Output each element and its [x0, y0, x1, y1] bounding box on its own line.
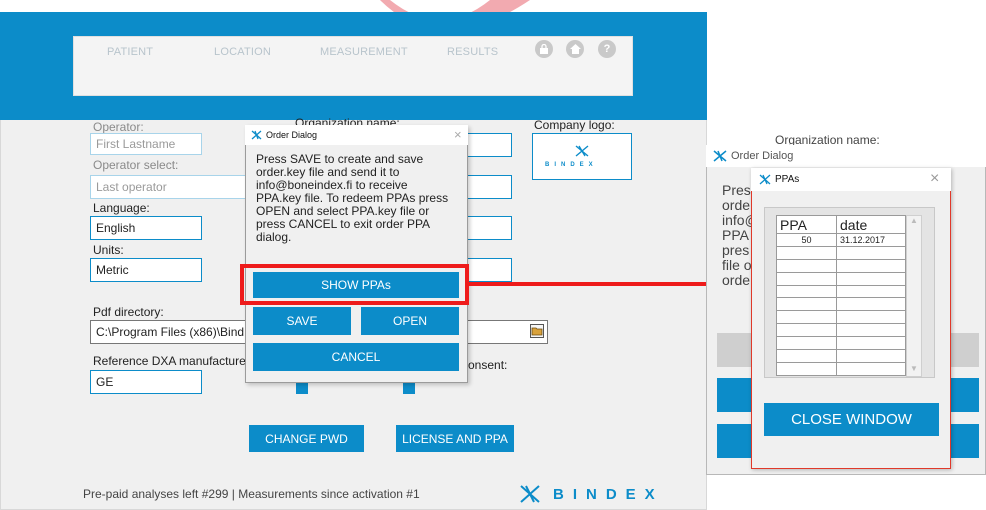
table-row-empty[interactable] [776, 361, 906, 376]
empty-cell [776, 336, 837, 351]
ppa-table[interactable]: PPA date 50 31.12.2017 [776, 215, 906, 376]
language-label: Language: [93, 201, 150, 215]
lock-icon[interactable] [535, 40, 553, 58]
empty-cell [836, 323, 906, 338]
company-logo-label: Company logo: [534, 118, 615, 132]
dialog-zoom-app-icon [713, 150, 727, 162]
empty-cell [836, 297, 906, 312]
nav-tab-patient[interactable]: PATIENT [107, 46, 153, 58]
date-cell: 31.12.2017 [836, 233, 906, 247]
empty-cell [776, 271, 837, 286]
table-row-empty[interactable] [776, 245, 906, 260]
close-window-button[interactable]: CLOSE WINDOW [764, 403, 939, 436]
date-column-header[interactable]: date [836, 215, 906, 234]
operator-label: Operator: [93, 120, 144, 134]
folder-browse-button[interactable] [530, 324, 544, 338]
table-row[interactable]: 50 31.12.2017 [776, 233, 906, 247]
checkbox-2[interactable] [403, 382, 415, 394]
footer-status: Pre-paid analyses left #299 | Measuremen… [83, 487, 420, 501]
ppas-title: PPAs [775, 174, 800, 185]
units-field[interactable]: Metric [90, 258, 202, 282]
table-row-empty[interactable] [776, 336, 906, 351]
table-row-empty[interactable] [776, 310, 906, 325]
empty-cell [836, 349, 906, 363]
order-dialog-instructions: Press SAVE to create and save order.key … [256, 152, 449, 244]
logo-brand-text: BINDEX [545, 162, 598, 168]
checkbox-1[interactable] [296, 382, 308, 394]
order-dialog-zoom-title: Order Dialog [731, 150, 794, 162]
operator-field[interactable]: First Lastname [90, 133, 202, 155]
highlight-box [240, 264, 469, 305]
table-row-empty[interactable] [776, 297, 906, 312]
dialog-app-icon [251, 130, 262, 140]
operator-select-label: Operator select: [93, 158, 179, 172]
annotation-arrow-line [469, 282, 709, 286]
open-button[interactable]: OPEN [361, 307, 459, 335]
footer-brand: BINDEX [553, 486, 664, 503]
empty-cell [836, 284, 906, 299]
order-dialog-title: Order Dialog [266, 130, 318, 140]
language-field[interactable]: English [90, 216, 202, 240]
empty-cell [776, 297, 837, 312]
empty-cell [776, 361, 837, 376]
nav-tab-measurement[interactable]: MEASUREMENT [320, 46, 408, 58]
units-label: Units: [93, 243, 124, 257]
home-icon[interactable] [566, 40, 584, 58]
empty-cell [776, 258, 837, 273]
order-dialog-titlebar: Order Dialog [245, 125, 468, 145]
order-dialog-zoom-titlebar: Order Dialog [706, 145, 986, 167]
empty-cell [836, 245, 906, 260]
ppa-cell: 50 [776, 233, 837, 247]
table-row-empty[interactable] [776, 258, 906, 273]
bindex-footer-logo-icon [520, 485, 540, 503]
empty-cell [776, 245, 837, 260]
nav-tab-location[interactable]: LOCATION [214, 46, 271, 58]
reference-dxa-field[interactable]: GE [90, 370, 202, 394]
help-icon[interactable]: ? [598, 40, 616, 58]
ppa-column-header[interactable]: PPA [776, 215, 837, 234]
empty-cell [776, 349, 837, 363]
bindex-logo-icon [575, 145, 589, 157]
table-row-empty[interactable] [776, 349, 906, 363]
reference-dxa-label: Reference DXA manufacturer [93, 354, 250, 368]
pdf-directory-label: Pdf directory: [93, 305, 164, 319]
order-dialog-close-icon[interactable]: × [454, 127, 462, 142]
ppa-table-body: 50 31.12.2017 [776, 233, 906, 376]
operator-select-dropdown[interactable]: Last operator [90, 175, 252, 199]
ppas-close-icon[interactable]: × [930, 170, 939, 188]
save-button[interactable]: SAVE [253, 307, 351, 335]
ppas-app-icon [759, 174, 771, 185]
ppa-table-scrollbar[interactable]: ▲ ▼ [906, 215, 922, 377]
empty-cell [836, 271, 906, 286]
empty-cell [836, 336, 906, 351]
table-row-empty[interactable] [776, 323, 906, 338]
table-row-empty[interactable] [776, 284, 906, 299]
table-row-empty[interactable] [776, 271, 906, 286]
company-logo-box[interactable]: BINDEX [532, 133, 632, 180]
empty-cell [836, 361, 906, 376]
nav-tab-results[interactable]: RESULTS [447, 46, 498, 58]
empty-cell [776, 310, 837, 325]
empty-cell [776, 284, 837, 299]
change-pwd-button[interactable]: CHANGE PWD [249, 425, 364, 452]
ppas-titlebar: PPAs [751, 168, 951, 191]
pdf-directory-value: C:\Program Files (x86)\Bind [96, 325, 245, 339]
cancel-button[interactable]: CANCEL [253, 343, 459, 371]
empty-cell [836, 258, 906, 273]
scroll-up-icon[interactable]: ▲ [910, 216, 918, 225]
scroll-down-icon[interactable]: ▼ [910, 364, 918, 373]
consent-label: onsent: [468, 358, 508, 372]
empty-cell [776, 323, 837, 338]
license-and-ppa-button[interactable]: LICENSE AND PPA [396, 425, 514, 452]
help-glyph: ? [603, 43, 611, 55]
folder-icon [531, 327, 543, 336]
empty-cell [836, 310, 906, 325]
